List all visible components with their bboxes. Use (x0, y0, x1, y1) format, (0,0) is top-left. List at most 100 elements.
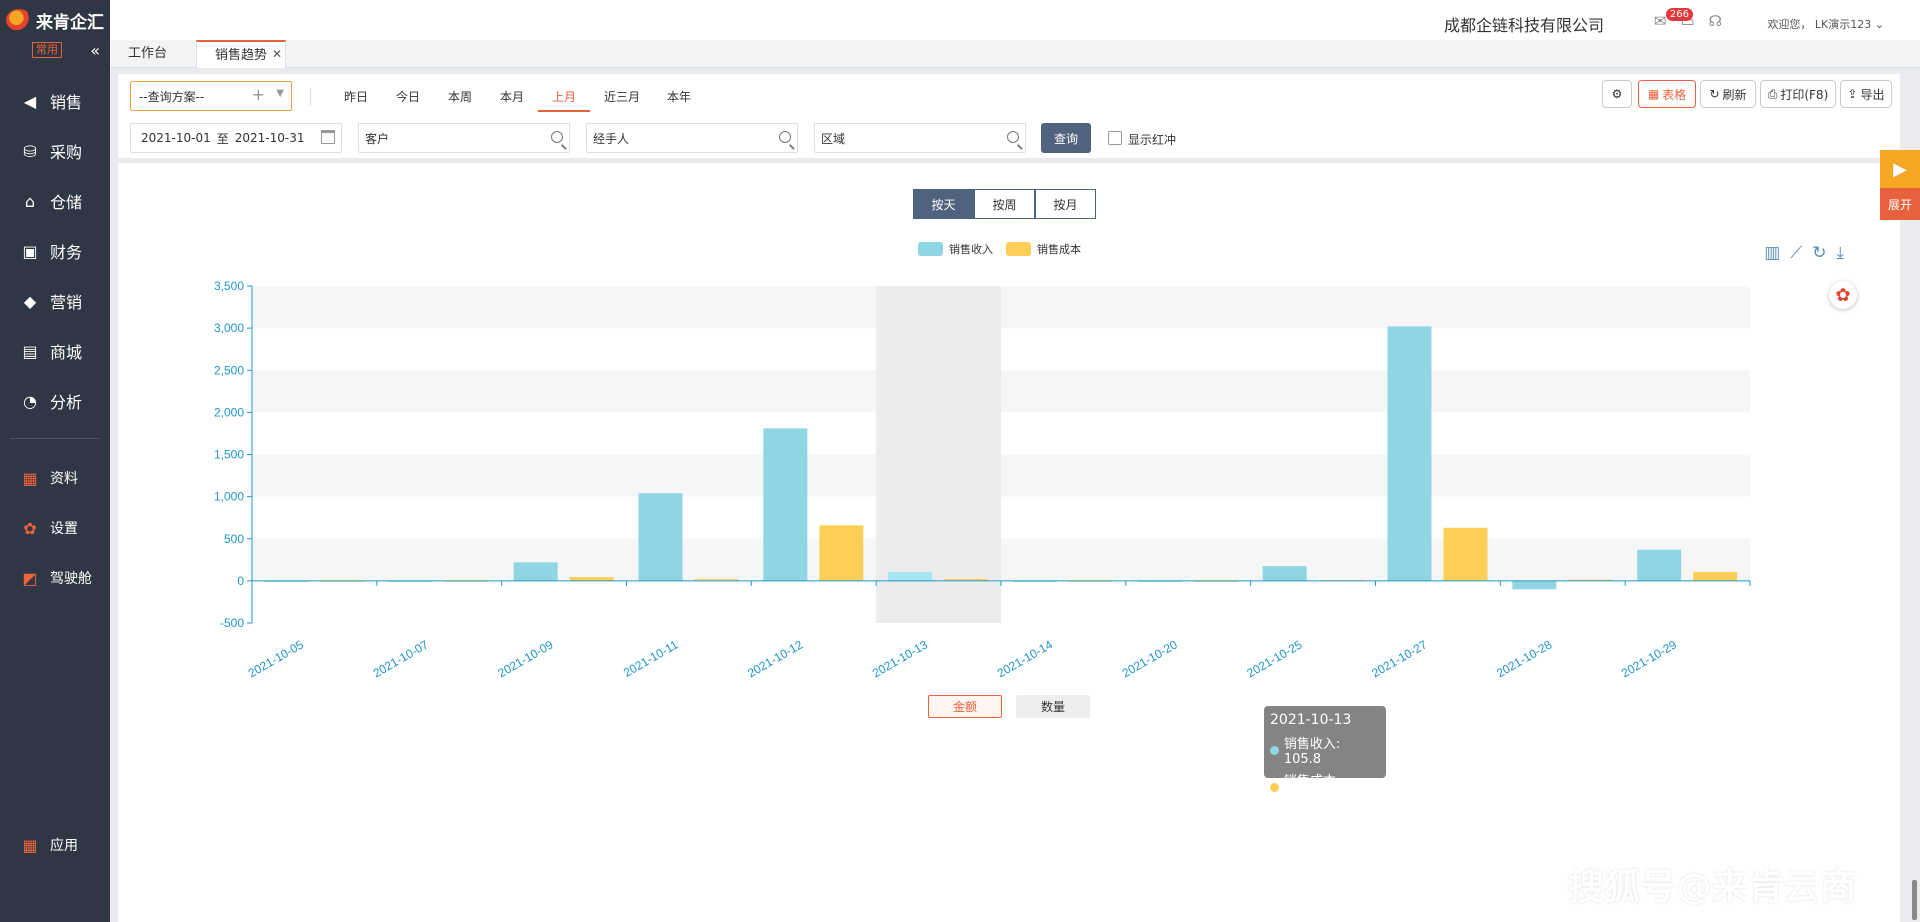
date-range-input[interactable]: 2021-10-01 至 2021-10-31 (130, 123, 342, 153)
filter-panel: --查询方案-- + ▼ 昨日 今日 本周 本月 上月 近三月 本年 2021-10… (118, 74, 1900, 158)
x-tick-label: 2021-10-29 (1619, 637, 1679, 680)
x-tick-label: 2021-10-12 (745, 637, 805, 680)
play-icon[interactable]: ▶ (1880, 150, 1920, 188)
y-tick-label: 1,000 (214, 490, 244, 504)
quick-last-month[interactable]: 上月 (552, 88, 576, 105)
document-icon: ▦ (22, 468, 38, 488)
tab-label: 销售趋势 (215, 48, 268, 63)
sidebar-item-mall[interactable]: ▤ 商城 (0, 326, 110, 376)
common-row: 常用 « (0, 40, 110, 60)
handler-placeholder: 经手人 (593, 131, 630, 146)
x-tick-label: 2021-10-09 (495, 637, 555, 680)
query-scheme-select[interactable]: --查询方案-- + ▼ (130, 81, 292, 111)
sidebar-item-sales[interactable]: ◀ 销售 (0, 76, 110, 126)
sidebar-item-marketing[interactable]: ◆ 营销 (0, 276, 110, 326)
table-view-button[interactable]: ▦ 表格 (1638, 80, 1696, 108)
message-badge: 266 (1665, 8, 1693, 21)
x-tick-label: 2021-10-25 (1244, 637, 1304, 680)
sidebar-item-warehouse[interactable]: ⌂ 仓储 (0, 176, 110, 226)
bar-revenue (638, 493, 683, 581)
scrollbar-thumb[interactable] (1912, 880, 1917, 920)
chevron-down-icon: ⌄ (1874, 18, 1884, 31)
sidebar-item-label: 资料 (50, 471, 78, 487)
search-icon[interactable] (551, 131, 563, 143)
handler-input[interactable]: 经手人 (586, 123, 798, 153)
watermark-text: 搜狐号@来肯云商 (1568, 867, 1857, 908)
region-input[interactable]: 区域 (814, 123, 1026, 153)
sidebar-item-label: 采购 (50, 143, 83, 162)
expand-float[interactable]: ▶ 展开 (1880, 150, 1920, 220)
customer-input[interactable]: 客户 (358, 123, 570, 153)
add-icon[interactable]: + (252, 85, 265, 104)
tooltip-text: 销售成本: 21.08 (1283, 774, 1341, 804)
close-icon[interactable]: ✕ (272, 40, 282, 68)
sidebar-item-analysis[interactable]: ◔ 分析 (0, 376, 110, 426)
y-tick-label: 3,000 (214, 321, 244, 335)
sidebar-item-apps[interactable]: ▦ 应用 (0, 820, 110, 870)
quick-today[interactable]: 今日 (396, 88, 420, 105)
collapse-sidebar-icon[interactable]: « (90, 41, 100, 60)
query-button[interactable]: 查询 (1041, 123, 1091, 153)
quick-yesterday[interactable]: 昨日 (344, 88, 368, 105)
refresh-icon: ↻ (1709, 87, 1720, 101)
quick-last-three-months[interactable]: 近三月 (604, 88, 640, 105)
bar-revenue (1387, 326, 1432, 581)
sidebar-item-label: 销售 (50, 93, 83, 112)
quick-this-week[interactable]: 本周 (448, 88, 472, 105)
sales-icon: ◀ (23, 91, 37, 111)
region-placeholder: 区域 (821, 131, 846, 146)
settings-button[interactable]: ⚙ (1602, 80, 1632, 108)
scheme-text: --查询方案-- (139, 89, 205, 104)
export-icon: ⇪ (1847, 87, 1858, 101)
sidebar-item-data[interactable]: ▦ 资料 (0, 453, 110, 503)
tooltip-dot (1270, 745, 1279, 755)
company-name: 成都企链科技有限公司 (1443, 16, 1604, 35)
export-button[interactable]: ⇪ 导出 (1840, 80, 1892, 108)
quick-this-year[interactable]: 本年 (667, 88, 691, 105)
tab-workbench[interactable]: 工作台 (110, 40, 185, 68)
y-tick-label: 2,000 (214, 405, 244, 419)
expand-label[interactable]: 展开 (1880, 188, 1920, 220)
bar-cost (1693, 572, 1738, 581)
sidebar-item-dashboard[interactable]: ◩ 驾驶舱 (0, 553, 110, 603)
date-end: 2021-10-31 (234, 131, 305, 145)
dropdown-arrow-icon[interactable]: ▼ (276, 88, 284, 99)
calendar-icon[interactable] (321, 130, 335, 144)
refresh-button[interactable]: ↻ 刷新 (1700, 80, 1756, 108)
bar-revenue (888, 571, 933, 581)
bar-revenue (513, 562, 558, 581)
headset-icon[interactable]: ☊ (1709, 12, 1722, 30)
sidebar-apps: ▦ 应用 (0, 820, 110, 870)
app-logo[interactable]: 来肯企汇 (0, 0, 110, 40)
y-tick-label: 3,500 (214, 279, 244, 293)
table-label: 表格 (1662, 87, 1687, 102)
x-tick-label: 2021-10-07 (371, 637, 431, 680)
quantity-toggle[interactable]: 数量 (1016, 695, 1090, 718)
common-tag[interactable]: 常用 (32, 42, 62, 58)
store-icon: ▤ (22, 341, 38, 361)
warehouse-icon: ⌂ (24, 191, 36, 211)
print-button[interactable]: ⎙ 打印(F8) (1760, 80, 1836, 108)
date-separator: 至 (216, 131, 229, 146)
tooltip-dot (1270, 782, 1279, 792)
welcome-user-menu[interactable]: 欢迎您， LK演示123 ⌄ (1767, 16, 1884, 32)
x-tick-label: 2021-10-05 (246, 637, 306, 680)
bar-revenue (1637, 549, 1682, 581)
search-icon[interactable] (779, 131, 791, 143)
show-red-label: 显示红冲 (1128, 133, 1177, 147)
sidebar-item-purchase[interactable]: ⛁ 采购 (0, 126, 110, 176)
welcome-text: 欢迎您， LK演示123 (1767, 18, 1872, 31)
sidebar: 来肯企汇 常用 « ◀ 销售 ⛁ 采购 ⌂ 仓储 ▣ 财务 ◆ 营销 ▤ 商城 ◔ 分析 ▦ 资… (0, 0, 110, 922)
chart-tooltip: 2021-10-13 销售收入: 105.8 销售成本: 21.08 (1264, 706, 1386, 804)
search-icon[interactable] (1007, 131, 1019, 143)
tab-sales-trend[interactable]: 销售趋势 ✕ (196, 40, 287, 68)
sidebar-item-finance[interactable]: ▣ 财务 (0, 226, 110, 276)
gear-icon: ✿ (23, 518, 37, 538)
sidebar-item-settings[interactable]: ✿ 设置 (0, 503, 110, 553)
sidebar-item-label: 仓储 (50, 193, 83, 212)
show-red-checkbox[interactable] (1108, 131, 1122, 145)
x-tick-label: 2021-10-11 (621, 637, 681, 680)
amount-toggle[interactable]: 金额 (928, 695, 1002, 718)
message-icon[interactable]: ✉ 266 (1654, 8, 1693, 30)
quick-this-month[interactable]: 本月 (500, 88, 524, 105)
